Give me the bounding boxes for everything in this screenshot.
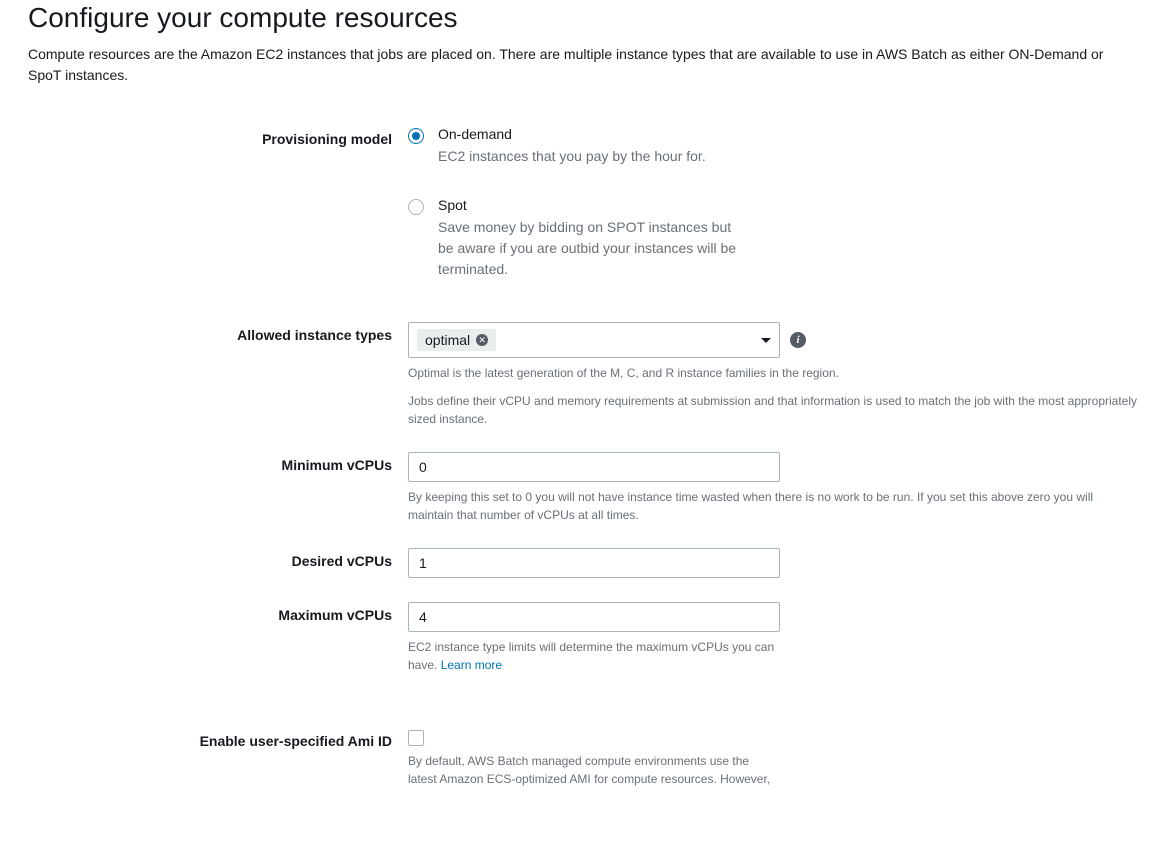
label-max-vcpus: Maximum vCPUs bbox=[28, 602, 408, 623]
max-vcpus-input[interactable] bbox=[408, 602, 780, 632]
instance-types-help-1: Optimal is the latest generation of the … bbox=[408, 364, 1139, 382]
radio-option-on-demand[interactable]: On-demand EC2 instances that you pay by … bbox=[408, 126, 1139, 167]
row-desired-vcpus: Desired vCPUs bbox=[28, 548, 1139, 578]
page-intro: Compute resources are the Amazon EC2 ins… bbox=[28, 44, 1139, 86]
radio-desc-on-demand: EC2 instances that you pay by the hour f… bbox=[438, 146, 706, 167]
max-vcpus-help: EC2 instance type limits will determine … bbox=[408, 638, 780, 674]
instance-type-tag[interactable]: optimal ✕ bbox=[417, 329, 496, 351]
min-vcpus-help: By keeping this set to 0 you will not ha… bbox=[408, 488, 1139, 524]
page-title: Configure your compute resources bbox=[28, 2, 1139, 34]
row-max-vcpus: Maximum vCPUs EC2 instance type limits w… bbox=[28, 602, 1139, 674]
remove-tag-icon[interactable]: ✕ bbox=[476, 334, 488, 346]
row-provisioning-model: Provisioning model On-demand EC2 instanc… bbox=[28, 126, 1139, 280]
radio-spot[interactable] bbox=[408, 199, 424, 215]
radio-option-spot[interactable]: Spot Save money by bidding on SPOT insta… bbox=[408, 197, 1139, 280]
caret-down-icon bbox=[761, 338, 771, 343]
row-instance-types: Allowed instance types optimal ✕ i Optim… bbox=[28, 322, 1139, 428]
radio-desc-spot: Save money by bidding on SPOT instances … bbox=[438, 217, 748, 280]
label-ami: Enable user-specified Ami ID bbox=[28, 728, 408, 749]
min-vcpus-input[interactable] bbox=[408, 452, 780, 482]
radio-label-on-demand: On-demand bbox=[438, 126, 706, 142]
ami-help: By default, AWS Batch managed compute en… bbox=[408, 752, 780, 788]
instance-type-tag-label: optimal bbox=[425, 332, 470, 348]
row-ami: Enable user-specified Ami ID By default,… bbox=[28, 728, 1139, 788]
learn-more-link[interactable]: Learn more bbox=[441, 658, 502, 672]
label-provisioning-model: Provisioning model bbox=[28, 126, 408, 147]
radio-on-demand[interactable] bbox=[408, 128, 424, 144]
label-min-vcpus: Minimum vCPUs bbox=[28, 452, 408, 473]
label-desired-vcpus: Desired vCPUs bbox=[28, 548, 408, 569]
row-min-vcpus: Minimum vCPUs By keeping this set to 0 y… bbox=[28, 452, 1139, 524]
radio-label-spot: Spot bbox=[438, 197, 748, 213]
info-icon[interactable]: i bbox=[790, 332, 806, 348]
desired-vcpus-input[interactable] bbox=[408, 548, 780, 578]
instance-types-select[interactable]: optimal ✕ bbox=[408, 322, 780, 358]
ami-checkbox[interactable] bbox=[408, 730, 424, 746]
instance-types-help-2: Jobs define their vCPU and memory requir… bbox=[408, 392, 1139, 428]
label-instance-types: Allowed instance types bbox=[28, 322, 408, 343]
